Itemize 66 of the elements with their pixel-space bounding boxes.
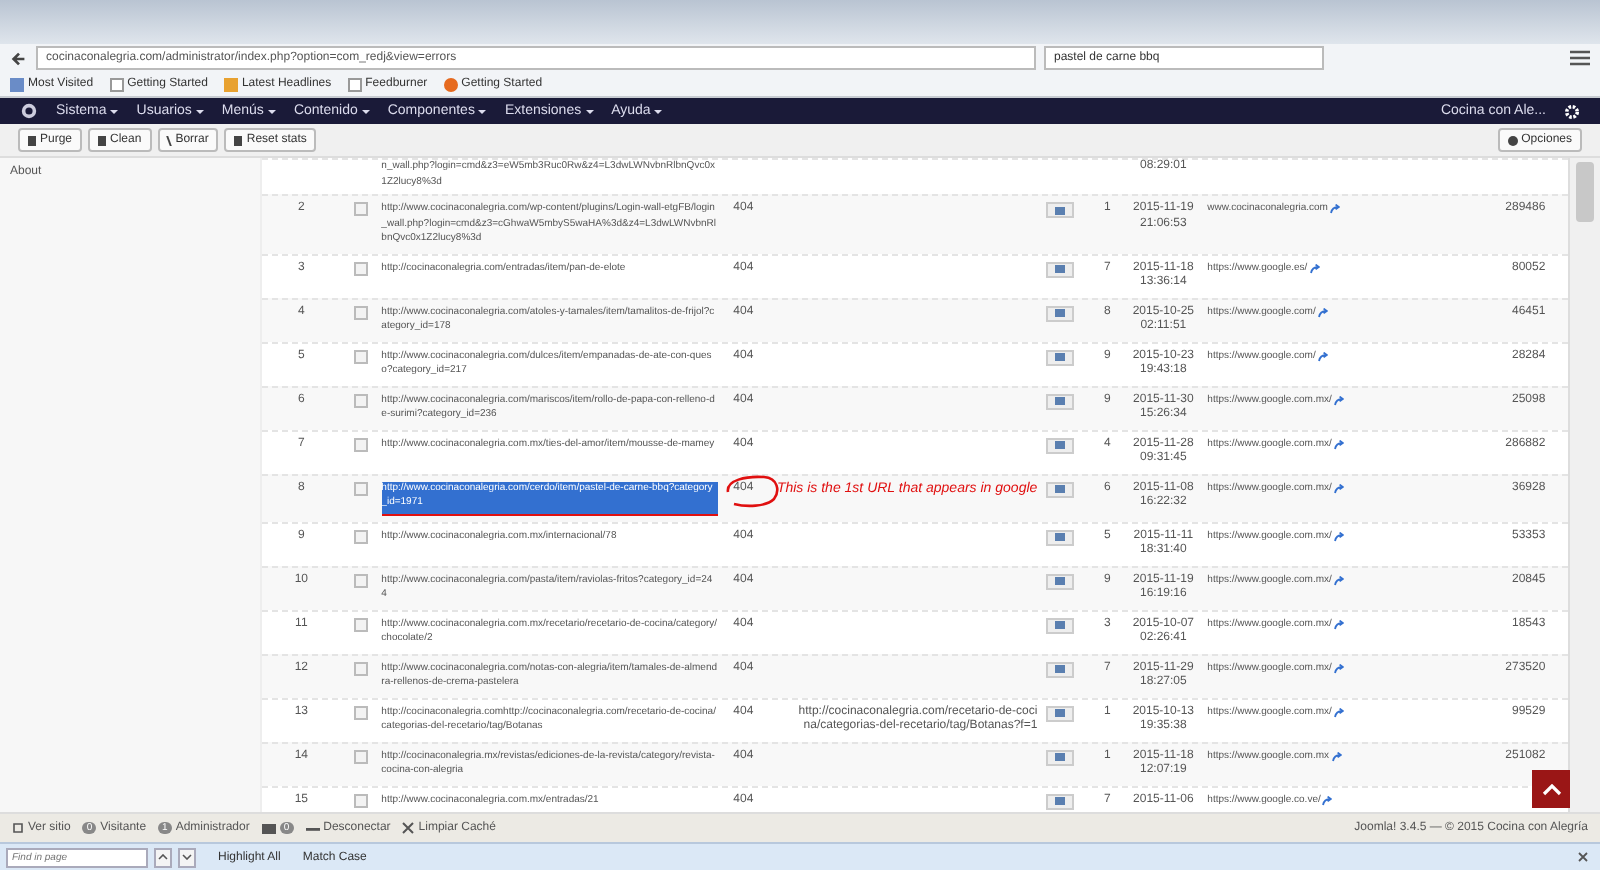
caret-icon xyxy=(267,109,276,113)
image-icon xyxy=(1053,440,1066,451)
caret-icon xyxy=(195,109,204,113)
image-icon xyxy=(1053,264,1066,275)
caret-down-icon xyxy=(182,854,192,861)
row-checkbox[interactable] xyxy=(354,661,369,676)
previous-button[interactable] xyxy=(154,847,172,868)
edit-button[interactable] xyxy=(1045,661,1074,678)
scrollbar[interactable] xyxy=(1568,158,1600,813)
minus-icon xyxy=(305,825,320,832)
menu-icon[interactable] xyxy=(1570,50,1590,67)
row-checkbox[interactable] xyxy=(354,349,369,364)
feed-icon xyxy=(223,77,238,92)
row-checkbox[interactable] xyxy=(354,705,369,720)
image-icon xyxy=(1053,576,1066,587)
image-icon xyxy=(1053,620,1066,631)
edit-button[interactable] xyxy=(1045,393,1074,410)
edit-button[interactable] xyxy=(1045,261,1074,278)
row-checkbox[interactable] xyxy=(354,305,369,320)
edit-button[interactable] xyxy=(1045,749,1074,766)
image-icon xyxy=(1053,664,1066,675)
edit-button[interactable] xyxy=(1045,202,1074,219)
caret-icon xyxy=(654,109,663,113)
next-button[interactable] xyxy=(178,847,196,868)
row-checkbox[interactable] xyxy=(354,393,369,408)
logo-icon[interactable] xyxy=(20,102,38,120)
image-icon xyxy=(1053,532,1066,543)
image-icon xyxy=(1053,752,1066,763)
row-checkbox[interactable] xyxy=(354,437,369,452)
globe-icon xyxy=(443,77,458,92)
row-checkbox[interactable] xyxy=(354,202,369,217)
row-checkbox[interactable] xyxy=(354,481,369,496)
edit-button[interactable] xyxy=(1045,573,1074,590)
row-checkbox[interactable] xyxy=(354,573,369,588)
edit-button[interactable] xyxy=(1045,437,1074,454)
page-icon xyxy=(109,77,124,92)
caret-icon xyxy=(585,109,594,113)
row-checkbox[interactable] xyxy=(354,793,369,808)
row-checkbox[interactable] xyxy=(354,617,369,632)
row-checkbox[interactable] xyxy=(354,261,369,276)
image-icon xyxy=(1053,396,1066,407)
image-icon xyxy=(1053,708,1066,719)
close-icon[interactable] xyxy=(1578,852,1588,863)
caret-icon xyxy=(361,109,370,113)
image-icon xyxy=(1053,484,1066,495)
edit-button[interactable] xyxy=(1045,481,1074,498)
edit-button[interactable] xyxy=(1045,349,1074,366)
edit-button[interactable] xyxy=(1045,705,1074,722)
row-checkbox[interactable] xyxy=(354,529,369,544)
edit-button[interactable] xyxy=(1045,305,1074,322)
scroll-top-button[interactable] xyxy=(1532,770,1570,809)
image-icon xyxy=(1053,308,1066,319)
caret-icon xyxy=(478,109,487,113)
image-icon xyxy=(1053,205,1066,216)
edit-button[interactable] xyxy=(1045,529,1074,546)
back-icon[interactable] xyxy=(10,49,28,68)
caret-icon xyxy=(110,109,119,113)
page-icon xyxy=(347,77,362,92)
image-icon xyxy=(1053,352,1066,363)
caret-icon xyxy=(1541,783,1561,796)
edit-button[interactable] xyxy=(1045,617,1074,634)
edit-button[interactable] xyxy=(1045,793,1074,810)
row-checkbox[interactable] xyxy=(354,749,369,764)
caret-up-icon xyxy=(158,854,168,861)
circle-annotation xyxy=(721,473,782,510)
image-icon xyxy=(1053,796,1066,807)
